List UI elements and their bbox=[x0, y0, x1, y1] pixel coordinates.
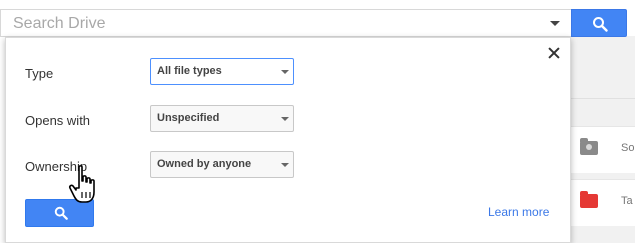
divider bbox=[570, 98, 635, 99]
chevron-down-icon bbox=[281, 117, 289, 121]
learn-more-link[interactable]: Learn more bbox=[488, 205, 549, 219]
search-button[interactable] bbox=[571, 9, 627, 37]
file-row[interactable]: Ta bbox=[570, 179, 635, 226]
file-row-name: So bbox=[621, 142, 635, 154]
shared-folder-icon bbox=[580, 138, 598, 156]
type-label: Type bbox=[25, 66, 54, 81]
chevron-down-icon bbox=[281, 163, 289, 167]
opens-with-label: Opens with bbox=[25, 113, 91, 128]
close-icon[interactable] bbox=[547, 46, 561, 60]
advanced-search-panel: Type All file types Opens with Unspecifi… bbox=[5, 37, 571, 243]
ownership-select[interactable]: Owned by anyone bbox=[150, 151, 294, 178]
type-select[interactable]: All file types bbox=[150, 58, 294, 85]
search-input[interactable] bbox=[13, 13, 533, 35]
chevron-down-icon bbox=[281, 70, 289, 74]
search-bar bbox=[0, 9, 571, 37]
file-row[interactable]: So bbox=[570, 126, 635, 173]
ownership-select-value: Owned by anyone bbox=[157, 158, 252, 170]
file-row-name: Ta bbox=[621, 195, 633, 207]
search-options-dropdown-icon[interactable] bbox=[550, 21, 560, 26]
hand-cursor-icon bbox=[68, 165, 95, 203]
folder-icon bbox=[580, 191, 598, 209]
type-select-value: All file types bbox=[157, 65, 222, 77]
search-icon bbox=[54, 206, 68, 220]
search-icon bbox=[593, 17, 608, 32]
opens-with-select[interactable]: Unspecified bbox=[150, 105, 294, 132]
opens-with-select-value: Unspecified bbox=[157, 112, 220, 124]
